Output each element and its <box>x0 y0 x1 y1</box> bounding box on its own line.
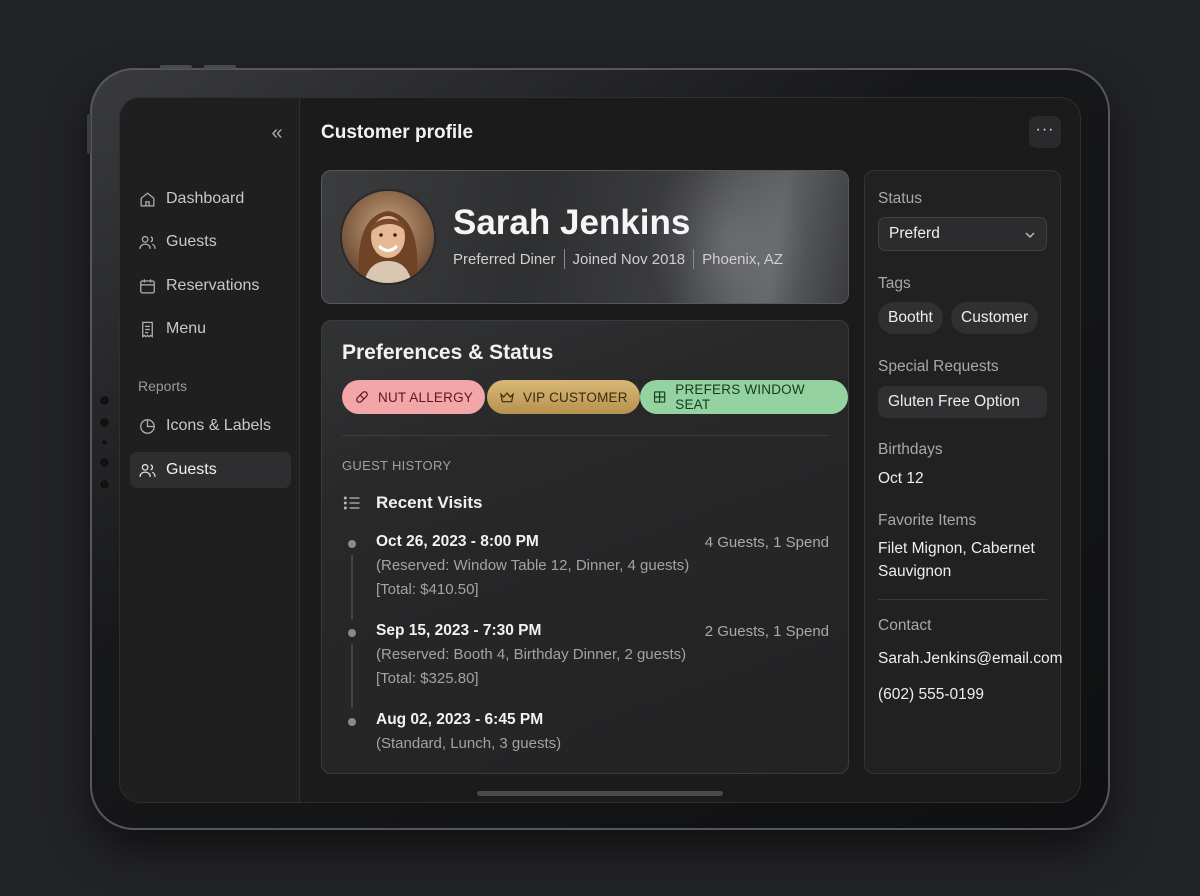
avatar <box>342 191 434 283</box>
preferences-title: Preferences & Status <box>342 341 554 364</box>
sidebar-item-label: Icons & Labels <box>166 417 271 434</box>
contact-email[interactable]: Sarah.Jenkins@email.com <box>878 647 1063 670</box>
profile-location: Phoenix, AZ <box>702 250 784 268</box>
sidebar-item-label: Guests <box>166 233 217 250</box>
visit-date: Sep 15, 2023 - 7:30 PM <box>376 622 542 639</box>
divider <box>342 435 829 436</box>
profile-joined: Joined Nov 2018 <box>572 250 686 268</box>
visit-summary: 4 Guests, 1 Spend <box>704 534 829 551</box>
list-item[interactable]: Sep 15, 2023 - 7:30 PM 2 Guests, 1 Spend… <box>342 622 829 708</box>
visit-total: [Total: $410.50] <box>376 581 479 598</box>
home-icon <box>140 191 155 206</box>
status-label: Status <box>878 190 922 207</box>
list-item[interactable]: Aug 02, 2023 - 6:45 PM (Standard, Lunch,… <box>342 711 829 761</box>
pill-icon <box>356 391 368 403</box>
special-requests-label: Special Requests <box>878 358 999 375</box>
special-request-item[interactable]: Gluten Free Option <box>878 386 1047 418</box>
sidebar-item-label: Dashboard <box>166 190 245 207</box>
contact-phone[interactable]: (602) 555-0199 <box>878 683 984 706</box>
sidebar-item-icons-labels[interactable]: Icons & Labels <box>130 408 291 444</box>
meta-separator <box>693 249 695 269</box>
visit-date: Aug 02, 2023 - 6:45 PM <box>376 711 544 728</box>
sidebar-item-label: Guests <box>166 461 217 478</box>
chip-label: VIP CUSTOMER <box>523 389 628 405</box>
chip-window-seat[interactable]: PREFERS WINDOW SEAT <box>640 380 848 414</box>
page-title: Customer profile <box>321 122 474 143</box>
visit-total: [Total: $325.80] <box>376 670 479 687</box>
chip-label: NUT ALLERGY <box>378 389 473 405</box>
profile-tier: Preferred Diner <box>453 250 556 268</box>
chip-vip-customer[interactable]: VIP CUSTOMER <box>487 380 640 414</box>
app-screen: « Dashboard Guests Reservations Menu Rep… <box>120 98 1080 802</box>
receipt-icon <box>142 321 153 338</box>
timeline-line <box>351 644 353 708</box>
list-item[interactable]: Oct 26, 2023 - 8:00 PM 4 Guests, 1 Spend… <box>342 533 829 619</box>
divider <box>878 599 1047 600</box>
window-icon <box>653 391 666 403</box>
volume-button <box>160 65 192 69</box>
meta-separator <box>563 249 565 269</box>
pie-chart-icon <box>140 418 155 434</box>
list-icon <box>343 496 360 510</box>
recent-visits-header: Recent Visits <box>342 493 482 513</box>
chip-nut-allergy[interactable]: NUT ALLERGY <box>342 380 485 414</box>
contact-label: Contact <box>878 617 932 634</box>
more-options-button[interactable]: ··· <box>1029 116 1061 148</box>
status-select[interactable]: Preferd <box>878 217 1047 251</box>
visit-detail: (Standard, Lunch, 3 guests) <box>376 735 562 752</box>
sidebar: « Dashboard Guests Reservations Menu Rep… <box>120 98 300 802</box>
sidebar-section-reports: Reports <box>138 378 188 394</box>
visit-date: Oct 26, 2023 - 8:00 PM <box>376 533 539 550</box>
sidebar-item-menu[interactable]: Menu <box>130 311 291 347</box>
birthday-value: Oct 12 <box>878 470 924 487</box>
timeline-dot <box>348 540 356 548</box>
side-button <box>87 114 91 154</box>
timeline-dot <box>348 629 356 637</box>
favorite-items-label: Favorite Items <box>878 512 977 529</box>
home-indicator <box>477 791 723 796</box>
birthdays-label: Birthdays <box>878 441 943 458</box>
sidebar-item-guests[interactable]: Guests <box>130 224 291 260</box>
device-sensors <box>100 396 109 502</box>
favorite-items-value: Filet Mignon, Cabernet Sauvignon <box>878 540 1035 580</box>
sidebar-item-dashboard[interactable]: Dashboard <box>130 181 291 217</box>
recent-visits-title: Recent Visits <box>376 493 483 512</box>
tag-chip[interactable]: Customer <box>951 302 1039 334</box>
chevrons-left-icon[interactable]: « <box>266 122 288 144</box>
sidebar-item-guests-report[interactable]: Guests <box>130 452 291 488</box>
preferences-card: Preferences & Status NUT ALLERGY VIP CUS… <box>321 320 849 774</box>
guest-history-label: GUEST HISTORY <box>342 458 452 473</box>
volume-button <box>204 65 236 69</box>
calendar-icon <box>140 278 155 293</box>
chevron-down-icon <box>1025 232 1035 239</box>
details-panel: Status Preferd Tags Bootht Customer Spec… <box>864 170 1063 774</box>
profile-name: Sarah Jenkins <box>453 203 691 242</box>
timeline-dot <box>348 718 356 726</box>
profile-meta: Preferred Diner Joined Nov 2018 Phoenix,… <box>453 249 783 269</box>
users-icon <box>139 235 156 249</box>
users-icon <box>139 463 156 477</box>
sidebar-item-reservations[interactable]: Reservations <box>130 268 291 304</box>
profile-card: Sarah Jenkins Preferred Diner Joined Nov… <box>321 170 849 304</box>
tag-chip[interactable]: Bootht <box>878 302 943 334</box>
sidebar-item-label: Menu <box>166 320 207 337</box>
crown-icon <box>500 392 514 403</box>
tags-label: Tags <box>878 275 911 292</box>
sidebar-item-label: Reservations <box>166 277 260 294</box>
status-value: Preferd <box>889 225 940 242</box>
visit-detail: (Reserved: Booth 4, Birthday Dinner, 2 g… <box>376 646 687 663</box>
timeline-line <box>351 555 353 619</box>
visit-detail: (Reserved: Window Table 12, Dinner, 4 gu… <box>376 557 690 574</box>
visit-summary: 2 Guests, 1 Spend <box>704 623 829 640</box>
chip-label: PREFERS WINDOW SEAT <box>675 382 805 412</box>
